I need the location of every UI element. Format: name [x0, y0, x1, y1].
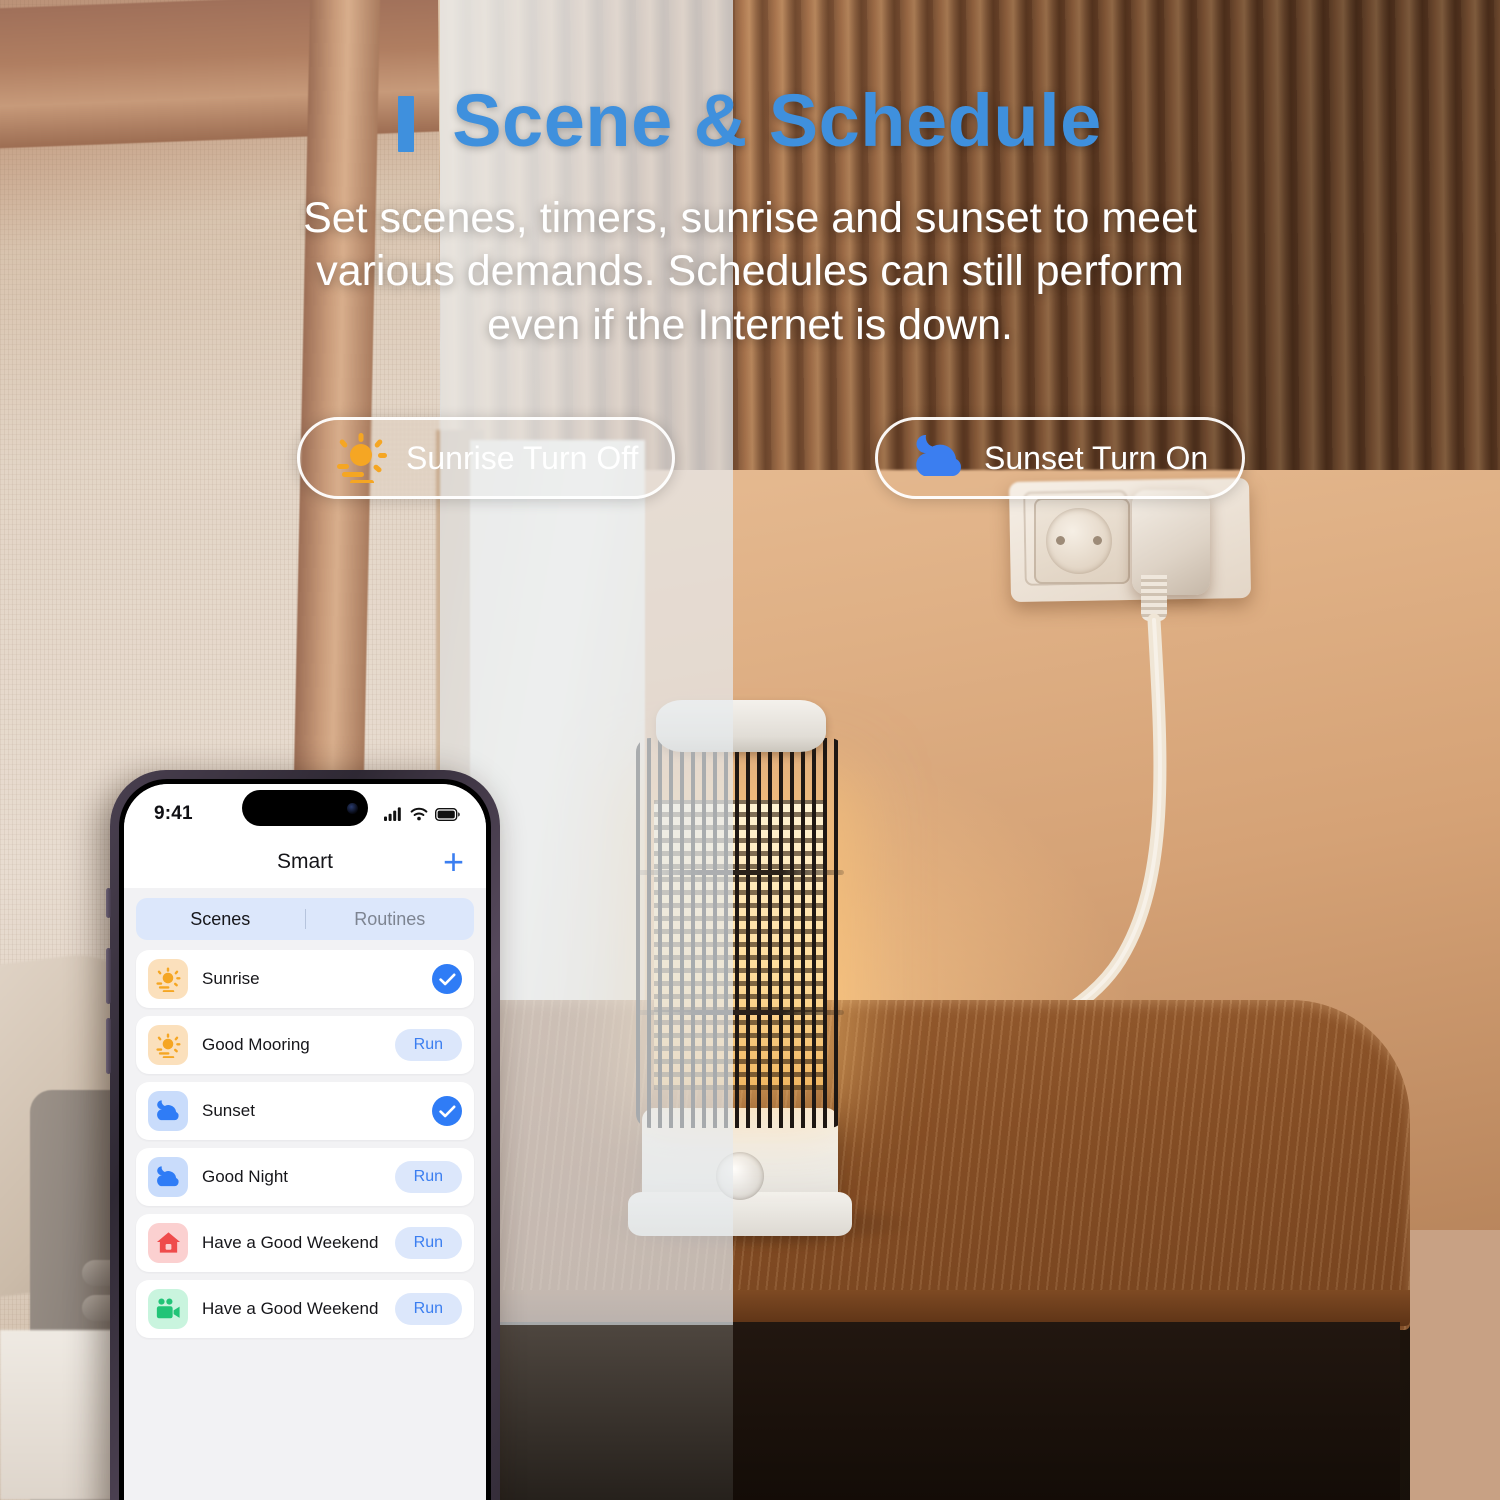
list-item-label: Sunrise: [202, 969, 260, 988]
pill-sunset-turn-on[interactable]: Sunset Turn On: [875, 417, 1246, 499]
marketing-banner: Scene & Schedule Set scenes, timers, sun…: [0, 0, 1500, 1500]
bed-linen: [0, 1330, 120, 1500]
phone-bezel: 9:41 Smart + Scenes Routines Sunrise Goo…: [119, 779, 491, 1500]
subtitle-line-2: various demands. Schedules can still per…: [316, 247, 1184, 296]
title-text: Scene & Schedule: [452, 79, 1102, 162]
smartphone-mockup: 9:41 Smart + Scenes Routines Sunrise Goo…: [106, 770, 500, 1500]
subtitle-line-3: even if the Internet is down.: [487, 300, 1013, 349]
lamp-cap: [656, 700, 826, 752]
nightstand-body: [500, 1322, 1400, 1500]
sunrise-icon: [148, 1025, 188, 1065]
page-title: Scene & Schedule: [0, 78, 1500, 163]
lamp-cage-ring-lower: [636, 1010, 844, 1015]
sunset-cloud-moon-icon: [916, 434, 961, 476]
front-camera-icon: [347, 802, 358, 814]
list-item-label: Sunset: [202, 1101, 255, 1120]
list-item[interactable]: Have a Good Weekend Run: [136, 1214, 474, 1272]
nightstand-edge: [470, 1290, 1410, 1326]
list-item[interactable]: Good Night Run: [136, 1148, 474, 1206]
sunrise-icon: [148, 959, 188, 999]
phone-volume-down-button[interactable]: [106, 1018, 111, 1074]
sunset-cloud-moon-icon: [148, 1157, 188, 1197]
list-item[interactable]: Sunset: [136, 1082, 474, 1140]
phone-volume-up-button[interactable]: [106, 948, 111, 1004]
run-scene-button[interactable]: Run: [394, 1227, 462, 1259]
page-subtitle: Set scenes, timers, sunrise and sunset t…: [240, 192, 1260, 352]
list-item[interactable]: Sunrise: [136, 950, 474, 1008]
video-camera-icon: [148, 1289, 188, 1329]
tab-routines[interactable]: Routines: [306, 909, 475, 930]
run-scene-button[interactable]: Run: [394, 1029, 462, 1061]
battery-icon: [435, 807, 460, 821]
list-item[interactable]: Good Mooring Run: [136, 1016, 474, 1074]
phone-screen: 9:41 Smart + Scenes Routines Sunrise Goo…: [124, 784, 486, 1500]
lamp-knob: [716, 1152, 764, 1200]
scene-enabled-check-icon[interactable]: [432, 1096, 462, 1126]
app-navigation-bar: Smart +: [124, 836, 486, 888]
status-bar-time: 9:41: [154, 803, 193, 824]
scene-list: Sunrise Good Mooring Run Sunset Good Nig…: [124, 940, 486, 1338]
lamp-cage-ring-upper: [636, 870, 844, 875]
sunset-cloud-moon-icon: [148, 1091, 188, 1131]
list-item-label: Have a Good Weekend: [202, 1299, 379, 1318]
list-item[interactable]: Have a Good Weekend Run: [136, 1280, 474, 1338]
subtitle-line-1: Set scenes, timers, sunrise and sunset t…: [303, 194, 1197, 242]
scene-enabled-check-icon[interactable]: [432, 964, 462, 994]
phone-mute-switch[interactable]: [106, 888, 111, 918]
status-bar-icons: [384, 807, 460, 821]
sunrise-icon: [337, 433, 387, 483]
dynamic-island: [242, 790, 368, 826]
pill-sunrise-label: Sunrise Turn Off: [406, 439, 639, 476]
page-title-smart: Smart: [276, 850, 333, 873]
run-scene-button[interactable]: Run: [394, 1293, 462, 1325]
lamp-cage: [636, 738, 844, 1128]
home-icon: [148, 1223, 188, 1263]
title-bullet-marker: [398, 96, 415, 152]
socket-round-recess: [1046, 508, 1112, 574]
pill-sunrise-turn-off[interactable]: Sunrise Turn Off: [297, 417, 676, 499]
list-item-label: Have a Good Weekend: [202, 1233, 379, 1252]
pill-sunset-label: Sunset Turn On: [984, 439, 1209, 476]
nightstand-top: [470, 1000, 1410, 1330]
add-scene-button[interactable]: +: [443, 844, 464, 880]
list-item-label: Good Night: [202, 1167, 288, 1186]
segmented-control[interactable]: Scenes Routines: [136, 898, 474, 940]
wifi-icon: [410, 807, 428, 821]
list-item-label: Good Mooring: [202, 1035, 310, 1054]
status-bar: 9:41: [124, 784, 486, 836]
tab-scenes[interactable]: Scenes: [136, 909, 305, 930]
plug-cable-strain-relief: [1141, 575, 1167, 621]
cellular-signal-icon: [384, 807, 401, 821]
table-lamp: [620, 700, 860, 1250]
run-scene-button[interactable]: Run: [394, 1161, 462, 1193]
